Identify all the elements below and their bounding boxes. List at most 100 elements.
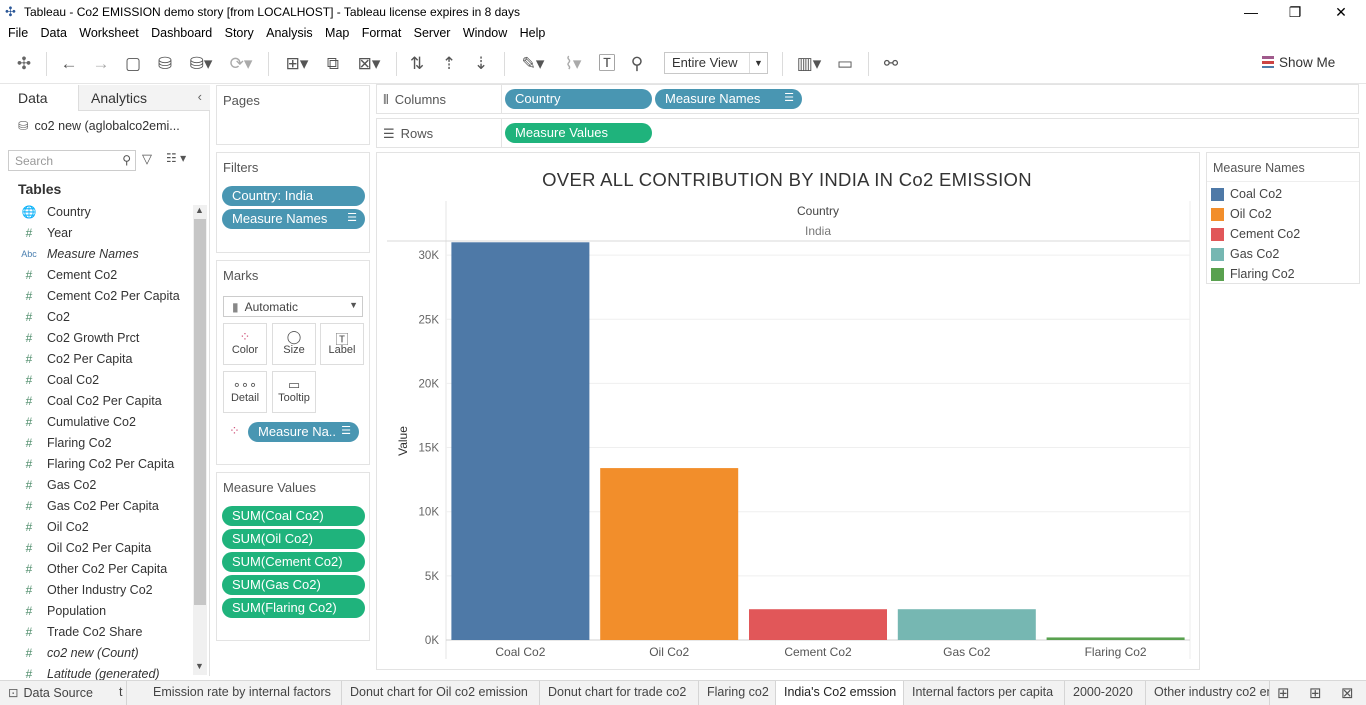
label-button[interactable]: 🅃 Label xyxy=(320,323,364,365)
share-icon[interactable]: ⚯ xyxy=(880,53,902,75)
collapse-pane-icon[interactable]: ‹ xyxy=(198,89,202,104)
columns-pill-country[interactable]: Country xyxy=(505,89,652,109)
show-cards-icon[interactable]: ▥▾ xyxy=(792,53,826,75)
field-item[interactable]: # Other Industry Co2 xyxy=(0,580,190,601)
tab-donut-oil[interactable]: Donut chart for Oil co2 emission xyxy=(342,681,540,705)
viz-area[interactable]: OVER ALL CONTRIBUTION BY INDIA IN Co2 EM… xyxy=(376,152,1200,670)
tab-flaring[interactable]: Flaring co2 xyxy=(699,681,776,705)
field-item[interactable]: # Cumulative Co2 xyxy=(0,412,190,433)
field-list-scrollbar[interactable]: ▲ ▼ xyxy=(193,205,207,675)
menu-map[interactable]: Map xyxy=(317,24,349,40)
marks-pill-measure-names[interactable]: Measure Na.. ☰ xyxy=(248,422,359,442)
close-button[interactable]: ✕ xyxy=(1318,2,1364,22)
field-item[interactable]: # Flaring Co2 xyxy=(0,433,190,454)
field-item[interactable]: # Cement Co2 Per Capita xyxy=(0,286,190,307)
view-options-icon[interactable]: ☷ ▾ xyxy=(166,151,186,165)
menu-server[interactable]: Server xyxy=(406,24,451,40)
clear-sheet-icon[interactable]: ⊠▾ xyxy=(352,53,386,75)
filter-pill-country[interactable]: Country: India xyxy=(222,186,365,206)
field-item[interactable]: # Co2 xyxy=(0,307,190,328)
mv-pill-flaring[interactable]: SUM(Flaring Co2) xyxy=(222,598,365,618)
datasource-item[interactable]: ⛁ co2 new (aglobalco2emi... xyxy=(18,118,180,133)
new-worksheet-tab-icon[interactable]: ⊞ xyxy=(1277,684,1290,702)
redo-icon[interactable]: → xyxy=(90,53,112,75)
rows-shelf[interactable]: ☰ Rows Measure Values xyxy=(376,118,1359,148)
filter-pill-measure-names[interactable]: Measure Names ☰ xyxy=(222,209,365,229)
tab-data[interactable]: Data xyxy=(0,85,78,111)
rows-pill-measure-values[interactable]: Measure Values xyxy=(505,123,652,143)
field-item[interactable]: # Flaring Co2 Per Capita xyxy=(0,454,190,475)
minimize-button[interactable]: — xyxy=(1228,2,1274,22)
bar-chart[interactable]: Country India 0K 5K 10K 15K 20K 25K 30K Value Coal… xyxy=(377,153,1199,669)
menu-window[interactable]: Window xyxy=(455,24,507,40)
mark-type-select[interactable]: ▮ Automatic ▼ xyxy=(223,296,363,317)
color-legend[interactable]: Measure Names Coal Co2 Oil Co2 Cement Co2 G… xyxy=(1206,152,1360,284)
new-datasource-icon[interactable]: ⛁ xyxy=(154,53,176,75)
tooltip-button[interactable]: ▭ Tooltip xyxy=(272,371,316,413)
field-item[interactable]: # Oil Co2 xyxy=(0,517,190,538)
bar-coal-co2[interactable] xyxy=(451,242,590,640)
size-button[interactable]: ◯ Size xyxy=(272,323,316,365)
sort-ascending-icon[interactable]: ⇡ xyxy=(438,53,460,75)
show-me-button[interactable]: Show Me xyxy=(1262,55,1335,70)
field-item[interactable]: # Population xyxy=(0,601,190,622)
tab-2000-2020[interactable]: 2000-2020 xyxy=(1065,681,1146,705)
tab-data-source[interactable]: ⊡ Data Source t xyxy=(0,681,127,705)
search-input[interactable]: Search ⚲ xyxy=(8,150,136,171)
undo-icon[interactable]: ← xyxy=(58,53,80,75)
tab-other-industry[interactable]: Other industry co2 emission xyxy=(1146,681,1270,705)
field-item[interactable]: # Other Co2 Per Capita xyxy=(0,559,190,580)
menu-file[interactable]: File xyxy=(0,24,28,40)
filters-card[interactable]: Filters Country: India Measure Names ☰ xyxy=(216,152,370,253)
bar-cement-co2[interactable] xyxy=(749,609,887,640)
field-item[interactable]: # Oil Co2 Per Capita xyxy=(0,538,190,559)
fit-view-select[interactable]: Entire View ▼ xyxy=(664,52,768,74)
pause-updates-icon[interactable]: ⛁▾ xyxy=(186,53,216,75)
menu-story[interactable]: Story xyxy=(217,24,254,40)
field-item[interactable]: 🌐 Country xyxy=(0,202,190,223)
restore-button[interactable]: ❐ xyxy=(1272,2,1318,22)
field-item[interactable]: # Gas Co2 xyxy=(0,475,190,496)
field-item[interactable]: # co2 new (Count) xyxy=(0,643,190,664)
show-mark-labels-icon[interactable]: 🅃 xyxy=(596,53,618,75)
scroll-down-icon[interactable]: ▼ xyxy=(195,661,204,671)
field-item[interactable]: # Coal Co2 xyxy=(0,370,190,391)
scroll-thumb[interactable] xyxy=(194,219,206,605)
field-item[interactable]: # Year xyxy=(0,223,190,244)
bar-oil-co2[interactable] xyxy=(600,468,739,640)
mv-pill-coal[interactable]: SUM(Coal Co2) xyxy=(222,506,365,526)
menu-analysis[interactable]: Analysis xyxy=(258,24,313,40)
menu-data[interactable]: Data xyxy=(33,24,67,40)
mv-pill-cement[interactable]: SUM(Cement Co2) xyxy=(222,552,365,572)
sort-descending-icon[interactable]: ⇣ xyxy=(470,53,492,75)
color-button[interactable]: ⁘ Color xyxy=(223,323,267,365)
group-members-icon[interactable]: ⌇▾ xyxy=(556,53,590,75)
field-item[interactable]: # Co2 Growth Prct xyxy=(0,328,190,349)
presentation-mode-icon[interactable]: ▭ xyxy=(834,53,856,75)
tableau-home-icon[interactable]: ✣ xyxy=(14,53,34,75)
highlight-icon[interactable]: ✎▾ xyxy=(516,53,550,75)
columns-pill-measure-names[interactable]: Measure Names ☰ xyxy=(655,89,802,109)
mv-pill-oil[interactable]: SUM(Oil Co2) xyxy=(222,529,365,549)
columns-shelf[interactable]: ⦀ Columns Country Measure Names ☰ xyxy=(376,84,1359,114)
filter-icon[interactable]: ▽ xyxy=(142,151,152,167)
duplicate-sheet-icon[interactable]: ⧉ xyxy=(322,53,344,75)
fix-axes-icon[interactable]: ⚲ xyxy=(626,53,648,75)
mv-pill-gas[interactable]: SUM(Gas Co2) xyxy=(222,575,365,595)
scroll-up-icon[interactable]: ▲ xyxy=(195,205,204,215)
detail-button[interactable]: ∘∘∘ Detail xyxy=(223,371,267,413)
tab-analytics[interactable]: Analytics ‹ xyxy=(78,85,210,111)
menu-dashboard[interactable]: Dashboard xyxy=(143,24,212,40)
menu-format[interactable]: Format xyxy=(354,24,402,40)
new-dashboard-tab-icon[interactable]: ⊞ xyxy=(1309,684,1322,702)
field-item[interactable]: # Trade Co2 Share xyxy=(0,622,190,643)
swap-rows-columns-icon[interactable]: ⇅ xyxy=(406,53,428,75)
field-item[interactable]: # Coal Co2 Per Capita xyxy=(0,391,190,412)
field-item[interactable]: # Cement Co2 xyxy=(0,265,190,286)
save-icon[interactable]: ▢ xyxy=(122,53,144,75)
bar-gas-co2[interactable] xyxy=(897,609,1036,640)
refresh-icon[interactable]: ⟳▾ xyxy=(226,53,256,75)
tab-india-co2[interactable]: India's Co2 emssion xyxy=(776,681,904,705)
bar-flaring-co2[interactable] xyxy=(1046,637,1185,640)
pages-card[interactable]: Pages xyxy=(216,85,370,145)
